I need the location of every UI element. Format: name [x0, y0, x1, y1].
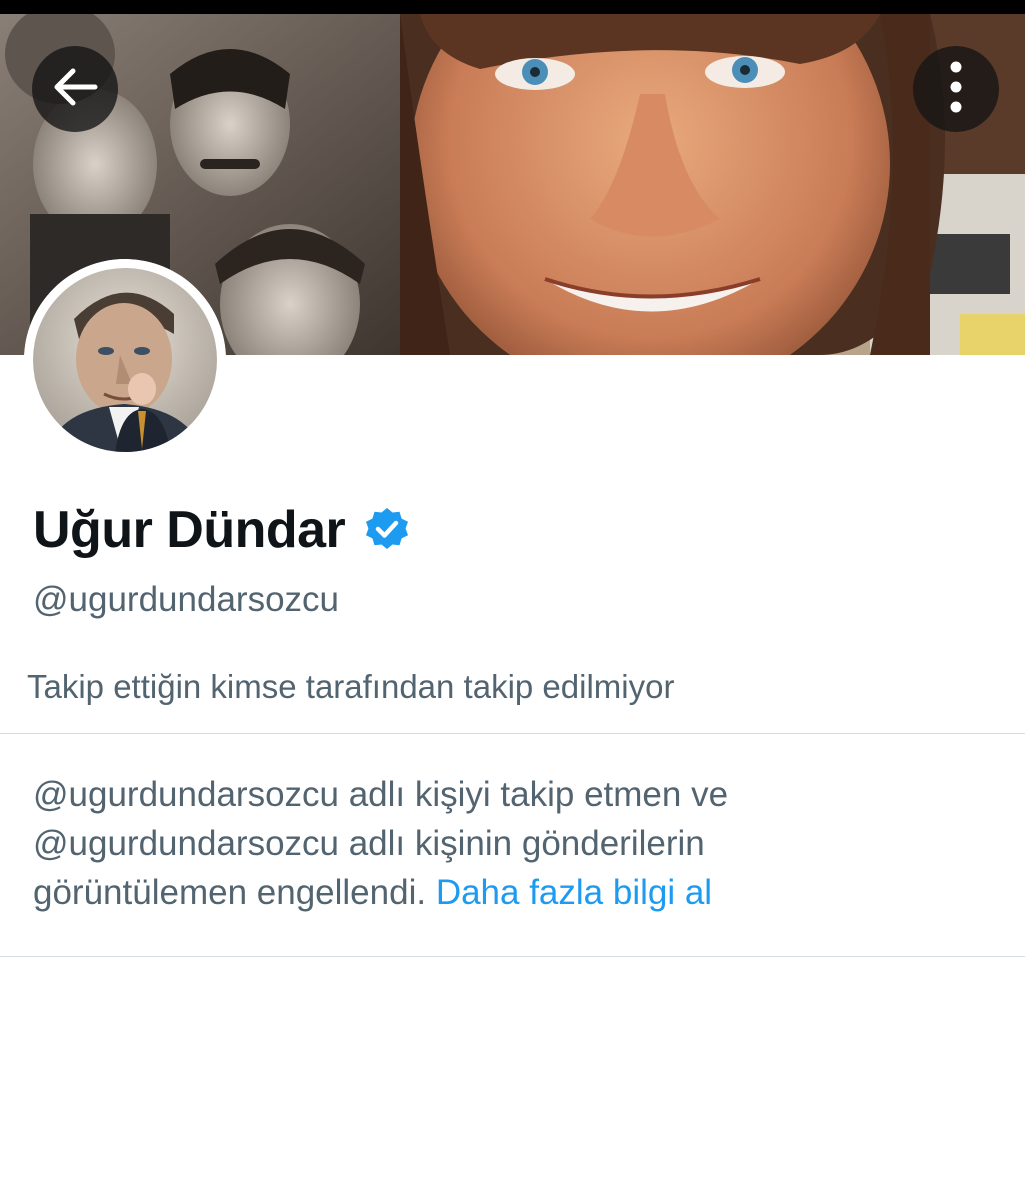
- profile-name-row: Uğur Dündar: [33, 500, 411, 560]
- blocked-notice-line-3: görüntülemen engellendi.: [33, 873, 427, 912]
- profile-page: Uğur Dündar @ugurdundarsozcu Takip ettiğ…: [0, 0, 1025, 1200]
- vertical-dots-icon: [946, 61, 966, 118]
- learn-more-link[interactable]: Daha fazla bilgi al: [436, 873, 712, 912]
- verified-badge-icon[interactable]: [363, 506, 411, 554]
- more-options-button[interactable]: [913, 46, 999, 132]
- followers-you-know-note: Takip ettiğin kimse tarafından takip edi…: [27, 668, 675, 705]
- status-bar: [0, 0, 1025, 14]
- divider: [0, 733, 1025, 734]
- back-button[interactable]: [32, 46, 118, 132]
- profile-handle: @ugurdundarsozcu: [33, 580, 339, 619]
- blocked-notice-line-2: @ugurdundarsozcu adlı kişinin gönderiler…: [33, 824, 705, 863]
- blocked-notice-line-1: @ugurdundarsozcu adlı kişiyi takip etmen…: [33, 775, 729, 814]
- blocked-notice-line-3-row: görüntülemen engellendi. Daha fazla bilg…: [33, 868, 933, 917]
- profile-display-name: Uğur Dündar: [33, 501, 346, 559]
- profile-avatar[interactable]: [24, 259, 226, 461]
- divider: [0, 956, 1025, 957]
- arrow-left-icon: [51, 67, 99, 112]
- blocked-notice: @ugurdundarsozcu adlı kişiyi takip etmen…: [33, 770, 933, 917]
